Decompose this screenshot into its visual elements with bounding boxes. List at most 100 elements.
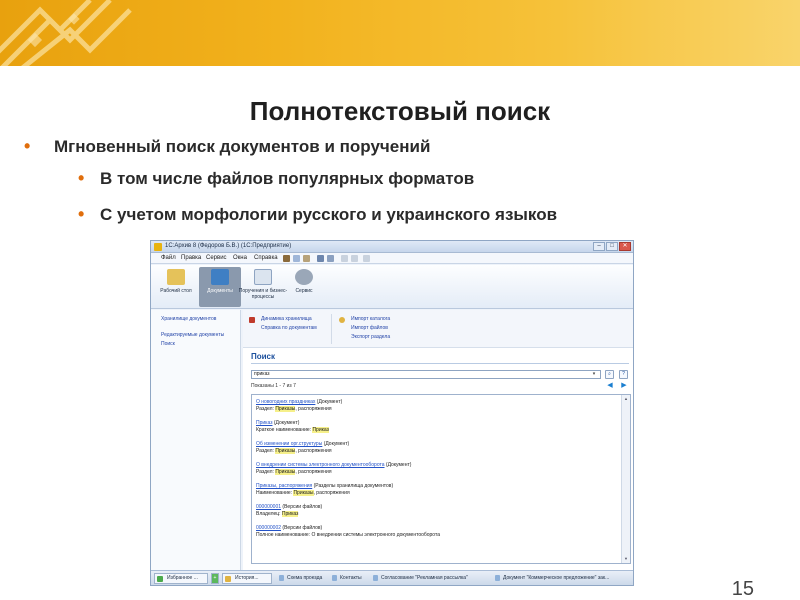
help-icon[interactable]: ? [619,370,628,379]
search-heading-rule [251,363,629,364]
section-documents[interactable]: Документы [199,267,241,307]
result-type: (Разделы хранилища документов) [313,483,394,489]
prev-page-icon[interactable]: ◀ [605,382,615,390]
action-import-catalog[interactable]: Импорт каталога [351,316,390,322]
menu-help[interactable]: Справка [254,255,278,261]
close-icon[interactable]: ✕ [619,242,631,251]
result-type: (Документ) [323,441,350,447]
sub-bullet-formats: В том числе файлов популярных форматов [78,168,784,199]
result-link[interactable]: Об изменении орг.структуры [256,441,322,447]
action-export-section[interactable]: Экспорт раздела [351,334,390,340]
result-item: Об изменении орг.структуры (Документ) Ра… [256,441,349,455]
result-detail-prefix: Полное наименование: О внедрении системы… [256,532,440,538]
copy-icon[interactable] [293,255,300,262]
add-favorite-icon[interactable]: + [211,573,219,584]
result-item: О новогодних праздниках (Документ) Разде… [256,399,342,413]
history-back-icon[interactable] [341,255,348,262]
nav-document-storage[interactable]: Хранилище документов [161,316,216,322]
menu-windows[interactable]: Окна [233,255,247,261]
window-title: 1С:Архив 8 (Федоров Б.В.) (1С:Предприяти… [165,243,292,249]
history-icon [225,576,231,582]
taskbar-item[interactable]: Документ "Коммерческое предложение" зак.… [495,575,609,581]
result-detail-suffix: , распоряжения [295,448,332,454]
action-import-files[interactable]: Импорт файлов [351,325,388,331]
calendar-icon[interactable] [327,255,334,262]
result-item: Приказ (Документ) Краткое наименование: … [256,420,329,434]
minimize-icon[interactable]: – [593,242,605,251]
menu-edit[interactable]: Правка [181,255,201,261]
history-button[interactable]: История... [222,573,272,584]
result-highlight: Приказы [275,448,296,454]
slide-title: Полнотекстовый поиск [249,96,551,126]
app-icon [154,243,162,251]
result-highlight: Приказ [312,427,329,433]
result-detail-prefix: Краткое наименование: [256,427,313,433]
result-detail-suffix: , распоряжения [295,469,332,475]
bullet-list: Мгновенный поиск документов и поручений … [24,136,784,235]
search-heading: Поиск [251,352,276,361]
clear-search-icon[interactable]: ▾ [589,371,599,378]
next-page-icon[interactable]: ▶ [619,382,629,390]
result-detail-prefix: Раздел: [256,406,276,412]
slide-header-band [0,0,800,66]
decorative-ornament-icon [0,0,140,66]
result-type: (Версии файлов) [282,525,323,531]
result-link[interactable]: О новогодних праздниках [256,399,315,405]
result-link[interactable]: Приказы, распоряжения [256,483,312,489]
result-detail-suffix: , распоряжения [295,406,332,412]
result-detail-prefix: Наименование: [256,490,294,496]
results-scrollbar[interactable]: ▲ ▼ [621,395,630,563]
chart-icon [249,317,255,323]
documents-icon [211,269,229,285]
result-link[interactable]: Приказ [256,420,272,426]
left-navigation: Хранилище документов Редактируемые докум… [151,310,241,570]
sub-bullet-morphology: С учетом морфологии русского и украинско… [78,204,784,235]
section-tasks[interactable]: Поручения и бизнес-процессы [237,267,289,307]
favorites-button[interactable]: Избранное ... [154,573,208,584]
result-highlight: Приказ [281,511,299,517]
menu-service[interactable]: Сервис [206,255,227,261]
result-item: 000000001 (Версии файлов) Владелец: Прик… [256,504,322,518]
result-item: О внедрении системы электронного докумен… [256,462,411,476]
bullet-main: Мгновенный поиск документов и поручений [24,136,784,163]
search-input[interactable]: приказ [251,370,601,379]
nav-edited-documents[interactable]: Редактируемые документы [161,332,224,338]
menu-bar: Файл Правка Сервис Окна Справка [151,253,633,264]
actions-divider [331,314,332,344]
search-button-icon[interactable]: ⌕ [605,370,614,379]
page-number: 15 [731,578,754,600]
section-desktop[interactable]: Рабочий стол [155,267,197,307]
taskbar-item[interactable]: Контакты [332,575,362,581]
result-link[interactable]: 000000002 [256,525,281,531]
taskbar-item[interactable]: Схема проезда [279,575,322,581]
taskbar-item[interactable]: Согласование "Рекламная рассылка" [373,575,468,581]
menu-file[interactable]: Файл [161,255,176,261]
import-icon [339,317,345,323]
app-window: 1С:Архив 8 (Федоров Б.В.) (1С:Предприяти… [150,240,634,586]
tasks-icon [254,269,272,285]
dropdown-icon[interactable] [363,255,370,262]
scroll-up-icon[interactable]: ▲ [623,396,629,402]
result-highlight: Приказы [275,406,296,412]
cut-icon[interactable] [283,255,290,262]
paste-icon[interactable] [303,255,310,262]
scroll-down-icon[interactable]: ▼ [623,556,629,562]
history-forward-icon[interactable] [351,255,358,262]
section-documents-label: Документы [207,288,233,294]
action-storage-dynamics[interactable]: Динамика хранилища [261,316,312,322]
section-service[interactable]: Сервис [283,267,325,307]
result-item: 000000002 (Версии файлов) Полное наимено… [256,525,440,539]
action-documents-report[interactable]: Справка по документам [261,325,317,331]
section-desktop-label: Рабочий стол [160,288,192,294]
maximize-icon[interactable]: □ [606,242,618,251]
result-detail-suffix: , распоряжения [313,490,350,496]
favorites-label: Избранное ... [167,575,198,581]
nav-search[interactable]: Поиск [161,341,175,347]
calculator-icon[interactable] [317,255,324,262]
result-link[interactable]: 000000001 [256,504,281,510]
window-titlebar: 1С:Архив 8 (Федоров Б.В.) (1С:Предприяти… [151,241,633,253]
result-detail-prefix: Раздел: [256,469,276,475]
result-type: (Документ) [273,420,300,426]
result-link[interactable]: О внедрении системы электронного докумен… [256,462,385,468]
actions-panel: Динамика хранилища Справка по документам… [243,310,633,348]
